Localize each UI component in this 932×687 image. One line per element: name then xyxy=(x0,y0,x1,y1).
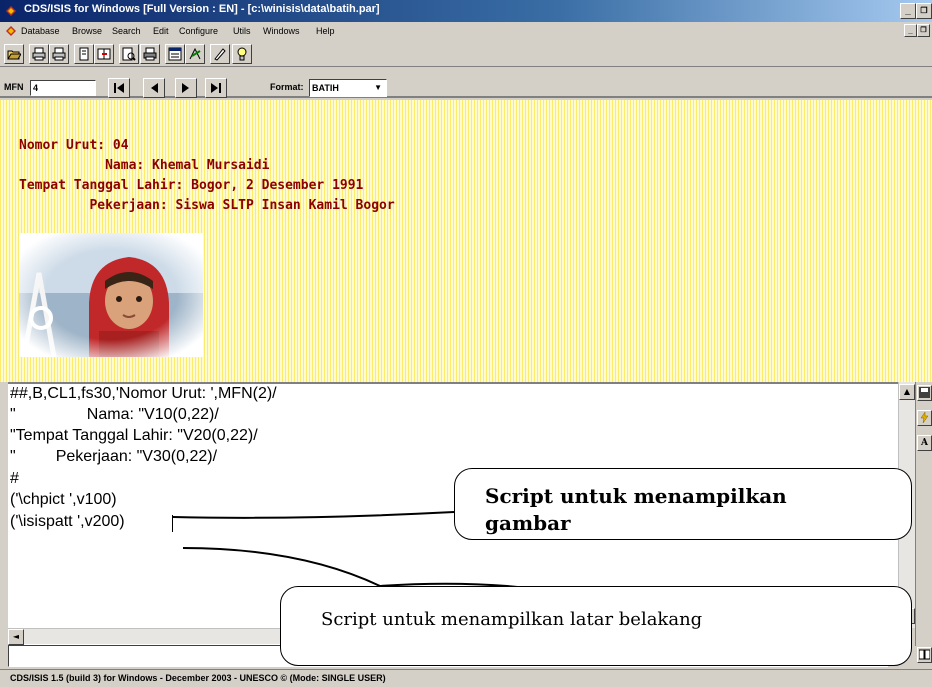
child-minimize-button[interactable]: _ xyxy=(904,24,917,37)
pen-icon xyxy=(214,48,226,61)
copy-button[interactable] xyxy=(74,44,94,64)
child-portrait-image xyxy=(19,233,203,357)
chevron-down-icon: ▼ xyxy=(374,83,382,92)
scroll-up-button[interactable]: ▲ xyxy=(899,384,915,400)
print-rtf-button[interactable] xyxy=(49,44,69,64)
record-navigation-bar: MFN 4 Format: BATIH ▼ xyxy=(0,68,932,98)
background-script-callout: Script untuk menampilkan latar belakang xyxy=(280,586,912,666)
code-line: " Nama: "V10(0,22)/ xyxy=(10,406,219,423)
preview-button[interactable] xyxy=(119,44,139,64)
menu-bar: Database Browse Search Edit Configure Ut… xyxy=(0,22,932,41)
export-button[interactable] xyxy=(94,44,114,64)
record-line-tempat-tanggal-lahir: Tempat Tanggal Lahir: Bogor, 2 Desember … xyxy=(19,178,364,193)
bulb-icon xyxy=(237,47,247,61)
scroll-left-button[interactable]: ◄ xyxy=(8,629,24,645)
font-button[interactable]: A xyxy=(917,435,932,451)
menu-configure[interactable]: Configure xyxy=(179,26,218,36)
save-format-button[interactable] xyxy=(917,385,932,401)
record-photo xyxy=(19,233,203,357)
pen-button[interactable] xyxy=(210,44,230,64)
app-icon xyxy=(6,6,16,16)
first-record-button[interactable] xyxy=(108,78,130,98)
form-icon xyxy=(168,47,182,61)
window-title: CDS/ISIS for Windows [Full Version : EN]… xyxy=(24,3,380,15)
doc-icon[interactable] xyxy=(4,24,18,38)
format-label: Format: xyxy=(270,82,304,92)
first-record-icon xyxy=(114,83,124,93)
save-icon xyxy=(919,387,930,398)
toolbar xyxy=(0,41,932,67)
mfn-input[interactable]: 4 xyxy=(30,80,96,96)
print-button[interactable] xyxy=(140,44,160,64)
format-wizard-button[interactable] xyxy=(917,410,932,426)
print-txt-icon xyxy=(32,47,46,61)
menu-edit[interactable]: Edit xyxy=(153,26,169,36)
sort-icon xyxy=(189,47,201,60)
minimize-button[interactable]: _ xyxy=(900,3,916,19)
title-bar: CDS/ISIS for Windows [Full Version : EN]… xyxy=(0,0,932,22)
menu-search[interactable]: Search xyxy=(112,26,141,36)
code-line: ##,B,CL1,fs30,'Nomor Urut: ',MFN(2)/ xyxy=(10,385,277,402)
form-button[interactable] xyxy=(165,44,185,64)
last-record-icon xyxy=(211,83,221,93)
code-line: ('\isispatt ',v200) xyxy=(10,513,125,530)
menu-help[interactable]: Help xyxy=(316,26,335,36)
menu-browse[interactable]: Browse xyxy=(72,26,102,36)
preview-icon xyxy=(122,47,136,61)
editor-side-toolbar: A xyxy=(915,382,932,663)
code-line: "Tempat Tanggal Lahir: "V20(0,22)/ xyxy=(10,427,258,444)
format-select[interactable]: BATIH ▼ xyxy=(309,79,387,97)
status-text: CDS/ISIS 1.5 (build 3) for Windows - Dec… xyxy=(10,673,386,683)
record-line-pekerjaan: Pekerjaan: Siswa SLTP Insan Kamil Bogor xyxy=(19,198,395,213)
text-cursor xyxy=(172,515,173,532)
mfn-label: MFN xyxy=(4,82,24,92)
picture-script-callout: Script untuk menampilkan gambar xyxy=(454,468,912,540)
next-record-button[interactable] xyxy=(175,78,197,98)
book-icon xyxy=(919,649,930,660)
picture-callout-text: Script untuk menampilkan gambar xyxy=(485,484,787,535)
previous-record-button[interactable] xyxy=(143,78,165,98)
print-txt-button[interactable] xyxy=(29,44,49,64)
menu-windows[interactable]: Windows xyxy=(263,26,300,36)
next-record-icon xyxy=(182,83,189,93)
restore-button[interactable]: ❐ xyxy=(916,3,932,19)
code-line: " Pekerjaan: "V30(0,22)/ xyxy=(10,448,218,465)
last-record-button[interactable] xyxy=(205,78,227,98)
menu-database[interactable]: Database xyxy=(21,26,60,36)
open-icon xyxy=(7,50,21,60)
lightning-icon xyxy=(920,412,929,423)
open-button[interactable] xyxy=(4,44,24,64)
copy-icon xyxy=(79,47,89,61)
book-button[interactable] xyxy=(917,647,932,663)
code-line: # xyxy=(10,470,19,487)
format-value: BATIH xyxy=(312,83,339,93)
background-callout-text: Script untuk menampilkan latar belakang xyxy=(321,609,703,630)
child-restore-button[interactable]: ❐ xyxy=(917,24,930,37)
font-icon: A xyxy=(921,438,928,448)
record-display: Nomor Urut: 04 Nama: Khemal Mursaidi Tem… xyxy=(0,100,932,382)
status-bar: CDS/ISIS 1.5 (build 3) for Windows - Dec… xyxy=(0,669,932,687)
previous-record-icon xyxy=(151,83,158,93)
print-rtf-icon xyxy=(52,47,66,61)
record-line-nama: Nama: Khemal Mursaidi xyxy=(19,158,270,173)
record-line-nomor-urut: Nomor Urut: 04 xyxy=(19,138,129,153)
export-icon xyxy=(97,48,111,60)
code-line: ('\chpict ',v100) xyxy=(10,491,117,508)
sort-button[interactable] xyxy=(185,44,205,64)
menu-utils[interactable]: Utils xyxy=(233,26,251,36)
print-icon xyxy=(143,47,157,61)
hint-button[interactable] xyxy=(232,44,252,64)
